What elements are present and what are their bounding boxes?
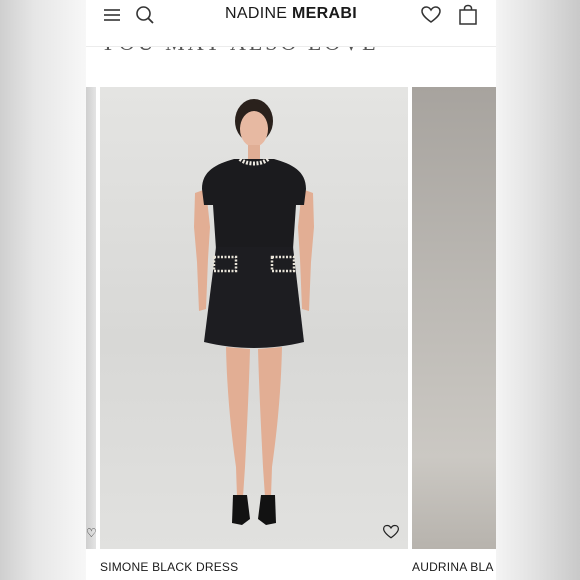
brand-name-bold: MERABI (292, 5, 357, 22)
product-page: YOU MAY ALSO LOVE NADINE MERABI (86, 0, 496, 580)
product-wishlist-button[interactable] (382, 523, 400, 541)
product-card-image[interactable] (100, 87, 408, 549)
product-photo (194, 99, 314, 525)
left-backdrop (0, 0, 86, 580)
product-name[interactable]: SIMONE BLACK DRESS (100, 560, 238, 574)
shopping-bag-icon (459, 4, 477, 25)
shopping-bag-button[interactable] (457, 4, 479, 26)
site-header: NADINE MERABI (86, 0, 496, 47)
brand-name-light: NADINE (225, 5, 293, 22)
right-backdrop (496, 0, 580, 580)
heart-outline-icon (383, 524, 399, 539)
previous-product-card[interactable] (86, 87, 96, 549)
heart-icon (421, 6, 441, 23)
next-product-name[interactable]: AUDRINA BLA (412, 560, 496, 574)
next-product-card[interactable] (412, 87, 496, 549)
previous-product-heart-icon[interactable]: ♡ (86, 526, 97, 540)
wishlist-button[interactable] (420, 4, 442, 26)
